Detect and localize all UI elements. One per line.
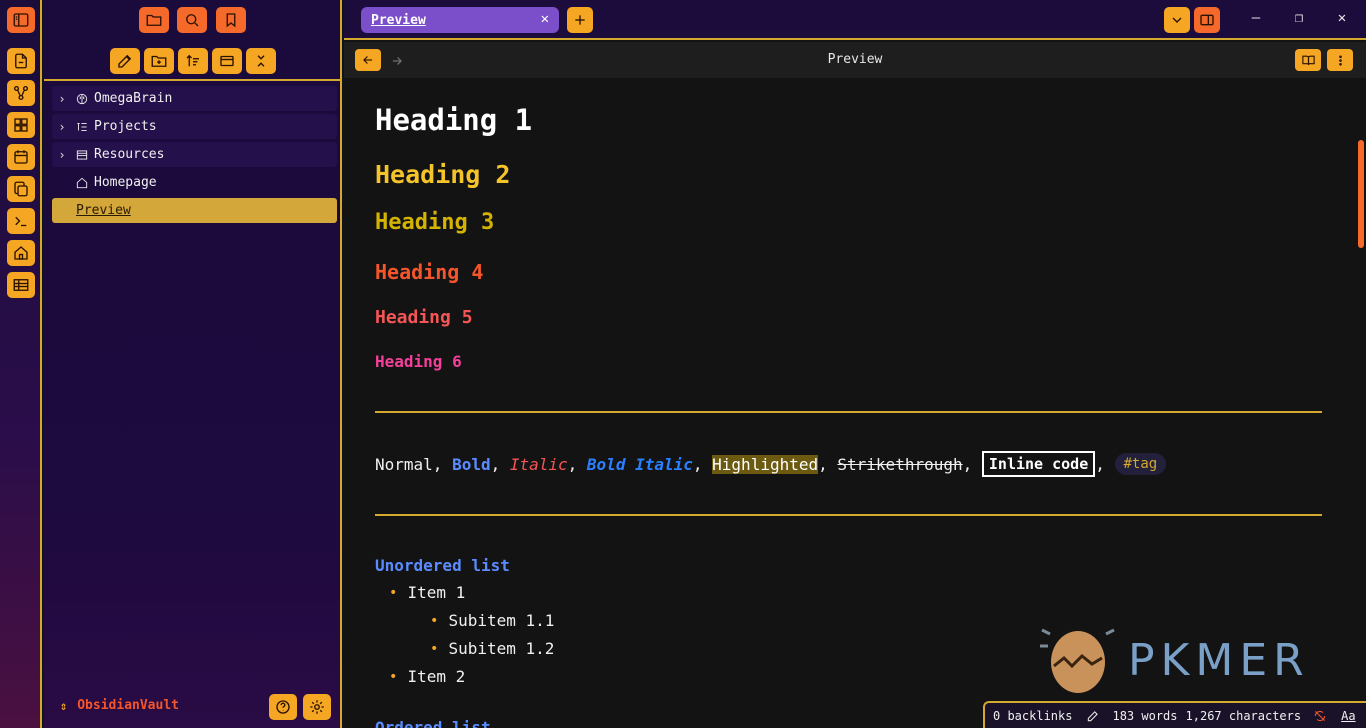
more-options-icon[interactable] [1327,49,1353,71]
backlinks-count[interactable]: 0 backlinks [993,709,1072,723]
tab-preview[interactable]: Preview ✕ [361,7,559,33]
bookmark-icon[interactable] [216,7,246,33]
sidebar-divider [44,79,342,81]
toggle-right-sidebar-icon[interactable] [1194,7,1220,33]
close-icon[interactable] [246,48,276,74]
dashboard-icon[interactable] [7,112,35,138]
calendar-icon[interactable] [7,144,35,170]
pkmer-text: PKMER [1128,634,1310,686]
inline-formatting-paragraph: Normal, Bold, Italic, Bold Italic, Highl… [375,451,1167,477]
tree-folder-projects[interactable]: › Projects [52,114,337,139]
tree-item-label: Projects [94,119,157,134]
heading-2: Heading 2 [375,160,511,189]
sort-icon[interactable] [178,48,208,74]
bullet: • [389,584,398,601]
heading-1: Heading 1 [375,103,533,137]
chevron-right-icon: › [58,91,66,106]
view-title: Preview [827,52,883,67]
tree-folder-resources[interactable]: › Resources [52,142,337,167]
italic-text: Italic [509,454,568,474]
pkmer-watermark: PKMER [1040,622,1310,698]
maximize-icon[interactable]: ❐ [1289,10,1309,30]
list-tree-icon [72,120,92,134]
bullet: • [430,612,439,629]
reading-mode-icon[interactable] [1295,49,1321,71]
font-toggle[interactable]: Aa [1341,709,1355,723]
search-icon[interactable] [177,7,207,33]
tab-list-dropdown-icon[interactable] [1164,7,1190,33]
chevron-updown-icon: ⇕ [60,698,68,713]
tab-label: Preview [371,12,426,28]
close-window-icon[interactable]: ✕ [1332,10,1352,30]
bullet: • [430,640,439,657]
tree-item-label: OmegaBrain [94,91,173,106]
word-count: 183 words [1112,708,1178,723]
view-header: Preview [344,42,1366,78]
tree-file-preview[interactable]: Preview [52,198,337,223]
tree-file-homepage[interactable]: Homepage [52,170,337,195]
help-icon[interactable] [269,694,297,720]
library-icon [72,148,92,162]
new-tab-button[interactable] [567,7,593,33]
bold-text: Bold [452,454,491,474]
toggle-sidebar-icon[interactable] [7,7,35,33]
new-note-icon[interactable] [7,48,35,74]
list-item: • Subitem 1.1 [430,611,555,630]
heading-4: Heading 4 [375,260,484,284]
vault-switcher[interactable]: ⇕ ObsidianVault [60,698,179,713]
list-item: • Item 2 [389,667,466,686]
tag-pill[interactable]: #tag [1114,453,1167,475]
character-count: 1,267 characters [1185,708,1302,723]
normal-text: Normal [375,454,433,474]
edit-pencil-icon[interactable] [1086,709,1100,723]
terminal-icon[interactable] [7,208,35,234]
close-tab-icon[interactable]: ✕ [541,11,549,27]
pkmer-logo-icon [1040,628,1115,693]
chevron-right-icon: › [58,147,66,162]
new-note-icon[interactable] [110,48,140,74]
new-folder-icon[interactable] [144,48,174,74]
list-item: • Subitem 1.2 [430,639,555,658]
home-icon[interactable] [7,240,35,266]
tree-item-label: Resources [94,147,165,162]
home-icon [72,176,92,190]
sync-off-icon[interactable] [1313,709,1327,723]
inline-code: Inline code [981,451,1096,477]
scrollbar[interactable] [1358,140,1364,248]
minimize-icon[interactable]: — [1246,10,1266,30]
graph-view-icon[interactable] [7,80,35,106]
list-item: • Item 1 [389,583,466,602]
vault-name: ObsidianVault [77,698,179,713]
heading-6: Heading 6 [375,352,462,371]
chevron-right-icon: › [58,119,66,134]
highlighted-text: Highlighted [712,454,819,474]
file-explorer-sidebar: › OmegaBrain › Projects › Resources Home… [44,0,342,728]
tree-item-label: Preview [76,203,131,218]
tab-bar: Preview ✕ — ❐ ✕ [344,0,1366,40]
copy-icon[interactable] [7,176,35,202]
heading-3: Heading 3 [375,210,495,235]
tree-folder-omegabrain[interactable]: › OmegaBrain [52,86,337,111]
bullet: • [389,668,398,685]
bold-italic-text: Bold Italic [586,454,693,474]
settings-gear-icon[interactable] [303,694,331,720]
ribbon [0,0,42,728]
table-icon[interactable] [7,272,35,298]
ordered-list-title: Ordered list [375,718,491,728]
strikethrough-text: Strikethrough [837,454,963,474]
brain-icon [72,92,92,106]
status-bar: 0 backlinks 183 words 1,267 characters A… [983,701,1366,728]
unordered-list-title: Unordered list [375,556,510,575]
horizontal-rule [375,514,1322,516]
horizontal-rule [375,411,1322,413]
collapse-view-icon[interactable] [212,48,242,74]
heading-5: Heading 5 [375,307,473,328]
folder-icon[interactable] [139,7,169,33]
tree-item-label: Homepage [94,175,157,190]
